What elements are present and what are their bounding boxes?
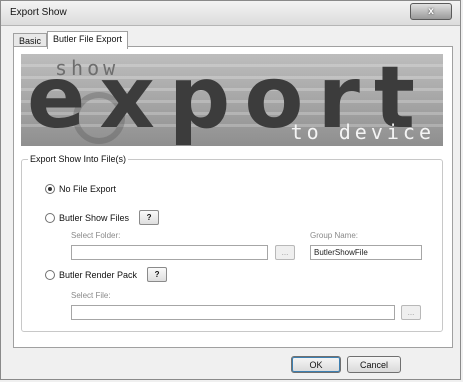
- ok-button[interactable]: OK: [291, 356, 341, 373]
- option-label-no-file-export: No File Export: [59, 184, 117, 194]
- group-legend: Export Show Into File(s): [30, 154, 127, 164]
- browse-file-button[interactable]: ...: [401, 305, 421, 320]
- banner-word-to-device: to device: [290, 120, 435, 144]
- title-bar[interactable]: Export Show x: [1, 1, 460, 26]
- help-button-show-files[interactable]: ?: [139, 210, 160, 225]
- tab-butler-file-export[interactable]: Butler File Export: [47, 31, 129, 49]
- close-button[interactable]: x: [410, 3, 452, 20]
- option-label-butler-show-files: Butler Show Files: [59, 212, 130, 223]
- folder-path-input[interactable]: [71, 245, 268, 260]
- select-file-label: Select File:: [71, 291, 111, 300]
- group-name-label: Group Name:: [310, 231, 359, 240]
- export-banner-image: show export to device: [21, 54, 443, 146]
- group-name-input[interactable]: ButlerShowFile: [310, 245, 422, 260]
- close-icon: x: [428, 6, 434, 17]
- radio-no-file-export[interactable]: [45, 184, 55, 194]
- option-label-butler-render-pack: Butler Render Pack: [59, 269, 138, 280]
- tab-panel-butler-file-export: show export to device Export Show Into F…: [13, 46, 453, 348]
- option-butler-show-files[interactable]: Butler Show Files ?: [45, 210, 160, 225]
- window-title: Export Show: [10, 7, 67, 18]
- option-butler-render-pack[interactable]: Butler Render Pack ?: [45, 267, 168, 282]
- export-options-group: Export Show Into File(s) No File Export …: [21, 154, 443, 332]
- export-show-dialog: Export Show x Basic Butler File Export s…: [0, 0, 461, 380]
- cancel-button[interactable]: Cancel: [347, 356, 401, 373]
- help-button-render-pack[interactable]: ?: [147, 267, 168, 282]
- tab-strip: Basic Butler File Export: [13, 31, 129, 49]
- option-no-file-export[interactable]: No File Export: [45, 184, 116, 194]
- dialog-client-area: Basic Butler File Export show export to …: [9, 31, 454, 374]
- file-path-input[interactable]: [71, 305, 395, 320]
- browse-folder-button[interactable]: ...: [275, 245, 295, 260]
- radio-butler-show-files[interactable]: [45, 212, 55, 223]
- radio-butler-render-pack[interactable]: [45, 269, 55, 280]
- select-folder-label: Select Folder:: [71, 231, 121, 240]
